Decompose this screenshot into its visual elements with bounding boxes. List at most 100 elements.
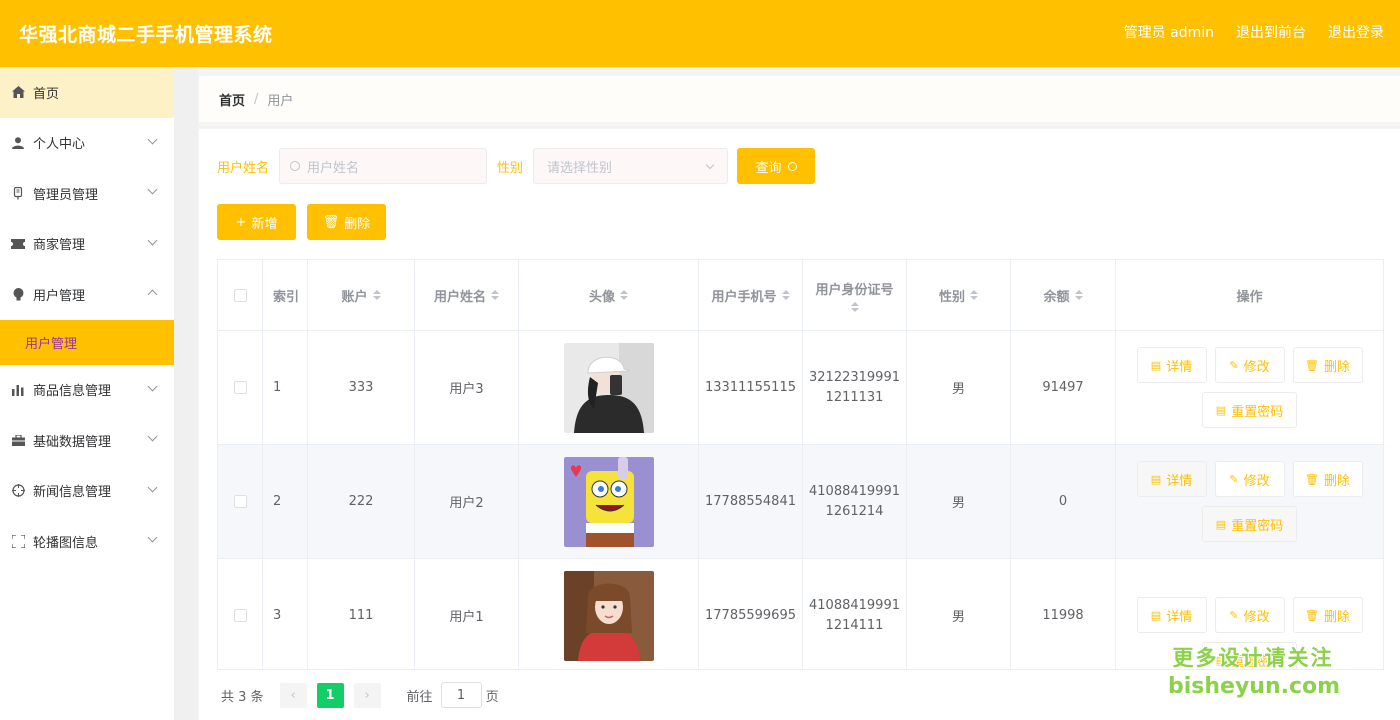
header-gender[interactable]: 性别 xyxy=(907,260,1011,330)
chevron-down-icon xyxy=(147,482,158,492)
breadcrumb-current: 用户 xyxy=(267,93,294,109)
sort-icon[interactable] xyxy=(850,301,859,312)
ticket-icon xyxy=(11,237,25,251)
header-avatar[interactable]: 头像 xyxy=(519,260,699,330)
user-icon xyxy=(11,136,25,150)
cell-balance: 91497 xyxy=(1011,331,1116,444)
header-label: 操作 xyxy=(1236,289,1263,305)
sidebar-item-admin[interactable]: 管理员管理 xyxy=(0,168,174,219)
detail-label: 详情 xyxy=(1166,359,1193,375)
breadcrumb-home[interactable]: 首页 xyxy=(219,90,245,109)
header-label: 用户手机号 xyxy=(711,289,777,305)
cell-balance: 11998 xyxy=(1011,559,1116,669)
name-search-input[interactable]: 用户姓名 xyxy=(279,148,488,184)
edit-button[interactable]: ✎ 修改 xyxy=(1214,597,1285,633)
id-card-line1: 32122319991 xyxy=(809,369,900,385)
sidebar-item-products[interactable]: 商品信息管理 xyxy=(0,365,174,416)
sidebar-item-basic-data[interactable]: 基础数据管理 xyxy=(0,415,174,466)
detail-button[interactable]: ▤ 详情 xyxy=(1136,347,1207,383)
page-jumper: 前往 1 页 xyxy=(407,682,499,708)
pagination: 共 3 条 ‹ 1 › 前往 1 页 xyxy=(221,682,499,708)
cell-avatar xyxy=(519,559,699,669)
delete-button[interactable]: 🗑 删除 xyxy=(1292,347,1363,383)
edit-label: 修改 xyxy=(1243,359,1270,375)
cell-phone: 13311155115 xyxy=(699,331,803,444)
next-page-button[interactable]: › xyxy=(353,682,381,708)
sort-icon[interactable] xyxy=(781,290,790,300)
avatar[interactable] xyxy=(563,570,654,661)
sidebar-item-home[interactable]: 首页 xyxy=(0,67,174,118)
sort-icon[interactable] xyxy=(970,290,978,300)
select-all-checkbox[interactable] xyxy=(233,288,247,302)
batch-delete-button[interactable]: 🗑 删除 xyxy=(307,204,386,240)
sidebar-item-user-mgmt[interactable]: 用户管理 xyxy=(0,269,174,320)
cell-phone: 17785599695 xyxy=(699,559,803,669)
detail-label: 详情 xyxy=(1166,473,1193,489)
trash-icon: 🗑 xyxy=(1305,472,1319,486)
cell-name: 用户3 xyxy=(415,331,519,444)
exit-to-front-link[interactable]: 退出到前台 xyxy=(1236,22,1306,42)
avatar[interactable] xyxy=(563,456,654,547)
header-phone[interactable]: 用户手机号 xyxy=(699,260,803,330)
sidebar-item-profile[interactable]: 个人中心 xyxy=(0,118,174,169)
edit-button[interactable]: ✎ 修改 xyxy=(1214,461,1285,497)
logout-link[interactable]: 退出登录 xyxy=(1328,22,1384,42)
document-icon: ▤ xyxy=(1150,358,1162,372)
edit-icon: ✎ xyxy=(1229,472,1239,486)
row-checkbox[interactable] xyxy=(233,609,247,622)
chevron-down-icon xyxy=(147,184,158,195)
id-card-line2: 1261214 xyxy=(825,503,884,519)
page-unit-label: 页 xyxy=(485,689,499,705)
row-checkbox[interactable] xyxy=(233,381,247,394)
briefcase-icon xyxy=(11,433,25,447)
cell-gender: 男 xyxy=(907,445,1011,558)
page-jump-input[interactable]: 1 xyxy=(440,682,482,708)
admin-user-label[interactable]: 管理员 admin xyxy=(1124,22,1214,42)
sidebar-item-label: 首页 xyxy=(33,86,60,102)
delete-button[interactable]: 🗑 删除 xyxy=(1292,597,1363,633)
table-row[interactable]: 1 333 用户3 13311155115 32122319991 121113… xyxy=(218,331,1383,445)
sidebar-item-label: 管理员管理 xyxy=(33,187,99,203)
reset-password-label: 重置密码 xyxy=(1231,404,1284,420)
prev-page-button[interactable]: ‹ xyxy=(279,682,307,708)
reset-password-button[interactable]: ▤ 重置密码 xyxy=(1202,392,1297,428)
detail-label: 详情 xyxy=(1166,609,1193,625)
cell-account: 222 xyxy=(308,445,415,558)
sidebar-subitem-user-mgmt[interactable]: 用户管理 xyxy=(0,319,174,365)
detail-button[interactable]: ▤ 详情 xyxy=(1136,597,1207,633)
sort-icon[interactable] xyxy=(1074,290,1083,300)
query-button[interactable]: 查询 xyxy=(737,148,816,184)
header-label: 性别 xyxy=(938,289,965,305)
watermark-line2: bisheyun.com xyxy=(1168,674,1341,699)
header-balance[interactable]: 余额 xyxy=(1011,260,1116,330)
delete-button[interactable]: 🗑 删除 xyxy=(1292,461,1363,497)
edit-icon: ✎ xyxy=(1229,608,1239,622)
id-card-line1: 41088419991 xyxy=(809,483,900,499)
sort-icon[interactable] xyxy=(620,290,628,300)
sort-icon[interactable] xyxy=(491,290,499,300)
header-account[interactable]: 账户 xyxy=(308,260,415,330)
edit-button[interactable]: ✎ 修改 xyxy=(1214,347,1285,383)
table-header: 索引 账户 用户姓名 头像 用户手机号 用户身份证号 性别 余额 操作 xyxy=(218,260,1383,331)
add-button[interactable]: + 新增 xyxy=(217,204,296,240)
row-checkbox[interactable] xyxy=(233,495,247,508)
table-row[interactable]: 2 222 用户2 17788554841 41088419991 126121… xyxy=(218,445,1383,559)
document-icon: ▤ xyxy=(1150,608,1162,622)
page-number-button[interactable]: 1 xyxy=(316,682,344,708)
id-card-line1: 41088419991 xyxy=(809,597,900,613)
sidebar-item-label: 基础数据管理 xyxy=(33,434,112,450)
content-gutter xyxy=(174,67,198,720)
sort-icon[interactable] xyxy=(372,290,381,300)
reset-password-button[interactable]: ▤ 重置密码 xyxy=(1202,506,1297,542)
sidebar-item-label: 商家管理 xyxy=(33,238,86,254)
sidebar-item-carousel[interactable]: 轮播图信息 xyxy=(0,516,174,567)
cell-avatar xyxy=(519,445,699,558)
detail-button[interactable]: ▤ 详情 xyxy=(1136,461,1207,497)
gender-select[interactable]: 请选择性别 xyxy=(533,148,729,184)
avatar[interactable] xyxy=(563,342,654,433)
header-name[interactable]: 用户姓名 xyxy=(415,260,519,330)
sidebar-item-news[interactable]: 新闻信息管理 xyxy=(0,466,174,517)
delete-label: 删除 xyxy=(1323,359,1350,375)
sidebar-item-merchant[interactable]: 商家管理 xyxy=(0,219,174,270)
header-id-card[interactable]: 用户身份证号 xyxy=(803,260,907,330)
